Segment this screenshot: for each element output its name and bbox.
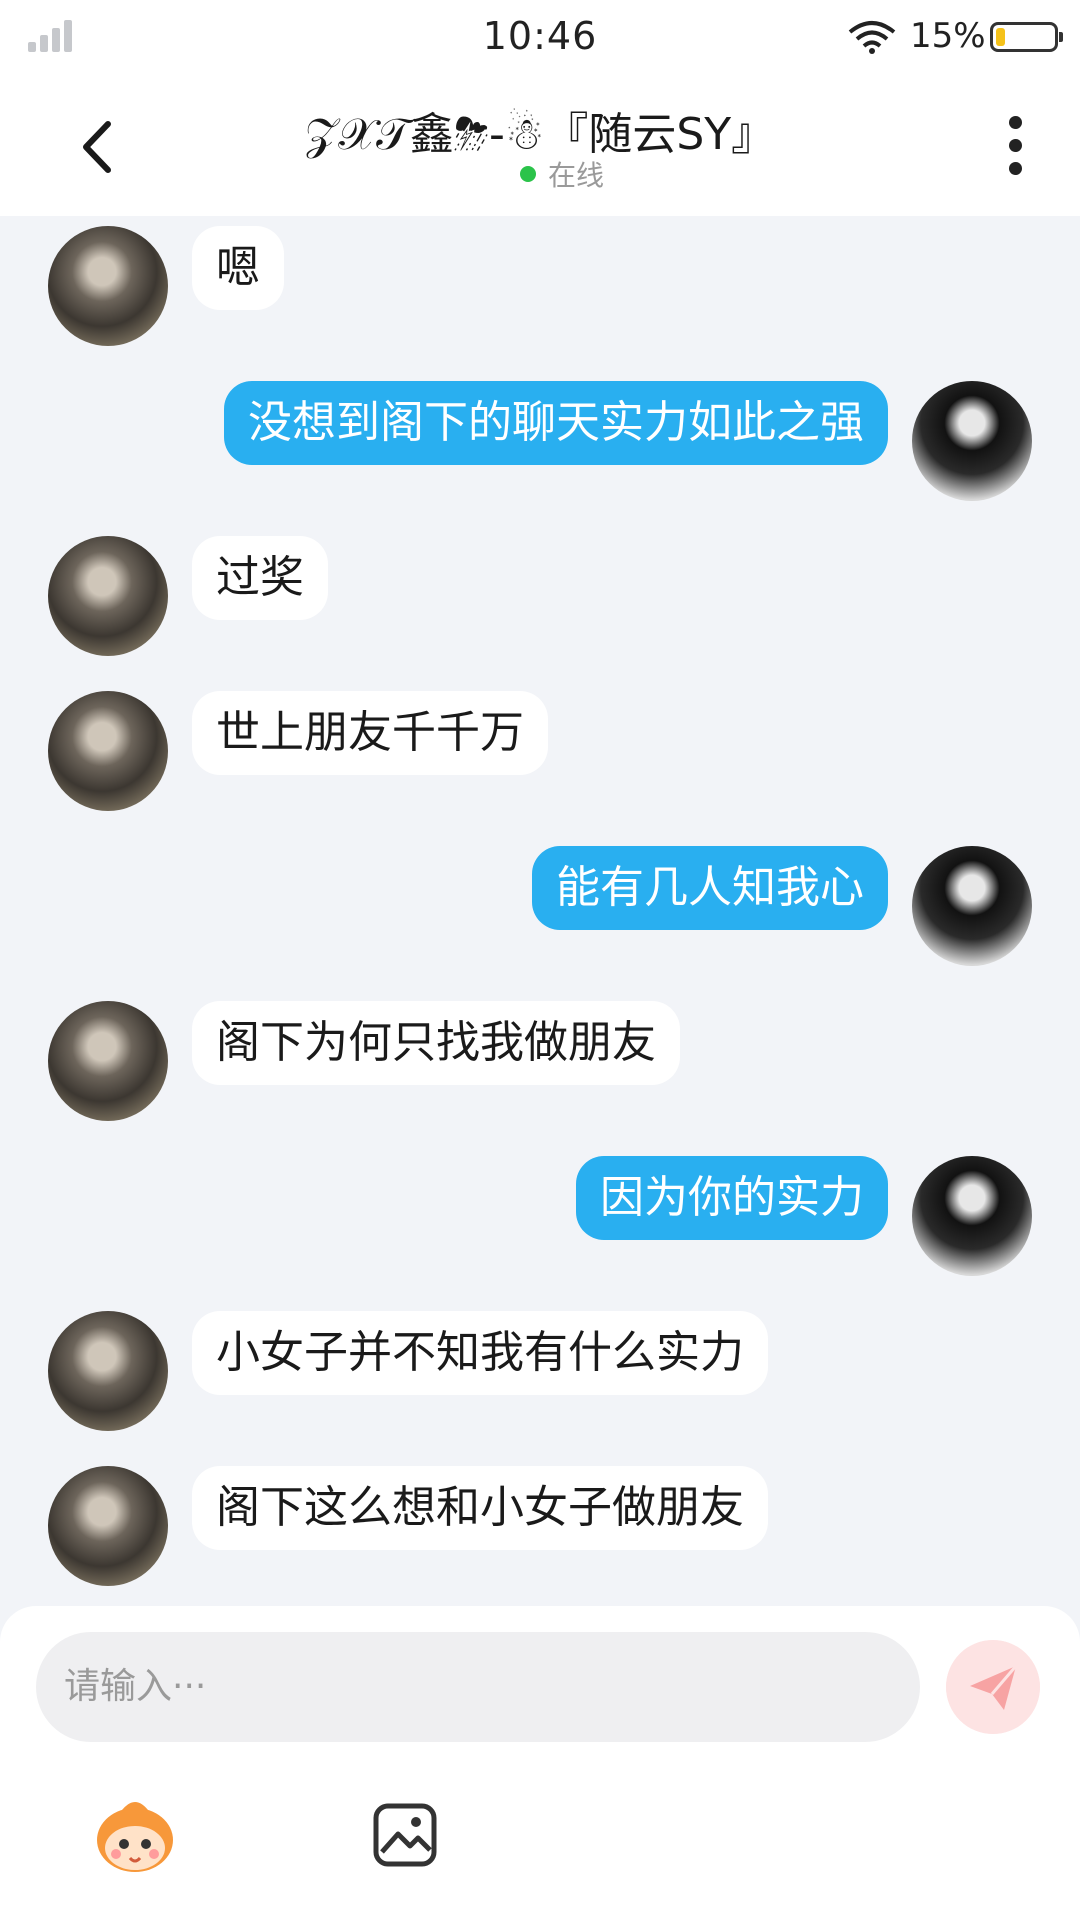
my-avatar[interactable] [912,1156,1032,1276]
battery-level [996,28,1006,46]
wifi-icon [848,21,896,54]
message-row: 小女子并不知我有什么实力 [0,1301,1080,1431]
incoming-message-bubble[interactable]: 世上朋友千千万 [192,691,548,775]
status-bar: 10:46 15% [0,0,1080,76]
incoming-message-bubble[interactable]: 阁下为何只找我做朋友 [192,1001,680,1085]
message-row: 没想到阁下的聊天实力如此之强 [0,371,1080,501]
image-icon[interactable] [372,1802,438,1868]
message-row: 能有几人知我心 [0,836,1080,966]
message-row: 阁下为何只找我做朋友 [0,991,1080,1121]
outgoing-message-bubble[interactable]: 能有几人知我心 [532,846,888,930]
message-row: 阁下这么想和小女子做朋友 [0,1456,1080,1586]
battery-icon [990,22,1063,52]
online-status-label: 在线 [548,159,605,192]
mascot-emoji-icon[interactable] [92,1792,178,1878]
message-row: 嗯 [0,216,1080,346]
contact-avatar[interactable] [48,691,168,811]
online-dot-icon [520,166,536,182]
incoming-message-bubble[interactable]: 阁下这么想和小女子做朋友 [192,1466,768,1550]
my-avatar[interactable] [912,846,1032,966]
my-avatar[interactable] [912,381,1032,501]
input-panel: 请输入··· [0,1606,1080,1920]
contact-avatar[interactable] [48,1311,168,1431]
contact-avatar[interactable] [48,1466,168,1586]
chevron-left-icon[interactable] [68,112,124,182]
online-status: 在线 [520,154,604,194]
contact-name: 𝒵𝒳𝒯鑫⛈-☃『随云SY』 [304,109,776,160]
incoming-message-bubble[interactable]: 小女子并不知我有什么实力 [192,1311,768,1395]
contact-avatar[interactable] [48,536,168,656]
message-list: 嗯没想到阁下的聊天实力如此之强过奖世上朋友千千万能有几人知我心阁下为何只找我做朋… [0,216,1080,1606]
outgoing-message-bubble[interactable]: 没想到阁下的聊天实力如此之强 [224,381,888,465]
contact-avatar[interactable] [48,226,168,346]
message-row: 过奖 [0,526,1080,656]
incoming-message-bubble[interactable]: 过奖 [192,536,328,620]
message-input[interactable]: 请输入··· [36,1632,920,1742]
contact-avatar[interactable] [48,1001,168,1121]
more-vertical-icon[interactable] [1000,116,1030,186]
outgoing-message-bubble[interactable]: 因为你的实力 [576,1156,888,1240]
chat-header: 𝒵𝒳𝒯鑫⛈-☃『随云SY』 在线 [0,76,1080,216]
battery-percent: 15% [910,16,986,56]
message-row: 因为你的实力 [0,1146,1080,1276]
message-row: 世上朋友千千万 [0,681,1080,811]
incoming-message-bubble[interactable]: 嗯 [192,226,284,310]
send-icon[interactable] [946,1640,1040,1734]
